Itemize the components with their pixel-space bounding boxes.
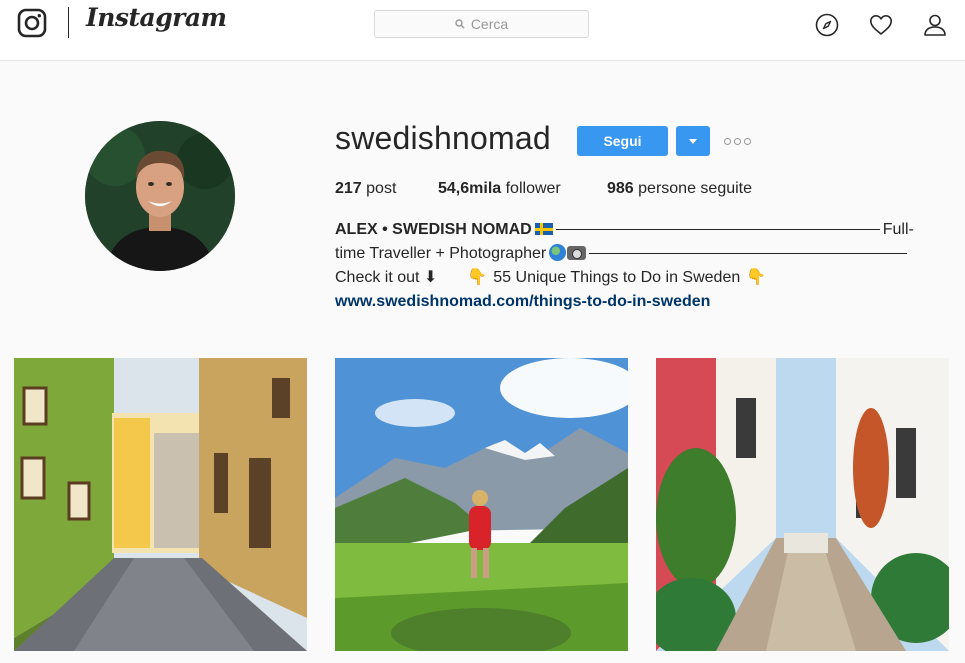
posts-count-stat[interactable]: 217 post bbox=[335, 180, 438, 198]
following-count: 986 bbox=[607, 180, 634, 197]
pointing-down-hand-icon: 👇 bbox=[467, 269, 488, 286]
more-options-button[interactable] bbox=[724, 133, 752, 149]
profile-bio: ALEX • SWEDISH NOMAD Full- time Traveller… bbox=[335, 218, 935, 314]
more-dot-icon bbox=[734, 137, 741, 145]
bio-website-link[interactable]: www.swedishnomad.com/things-to-do-in-swe… bbox=[335, 293, 710, 310]
bio-line-3: Check it out ⬇ 👇 55 Unique Things to Do in… bbox=[335, 266, 935, 290]
following-count-stat[interactable]: 986 persone seguite bbox=[607, 180, 752, 198]
swedish-flag-icon bbox=[534, 223, 553, 235]
followers-label: follower bbox=[505, 180, 561, 197]
profile-stats: 217 post 54,6mila follower 986 persone s… bbox=[335, 180, 752, 198]
top-navigation-bar: Instagram Cerca bbox=[0, 0, 965, 61]
bio-divider bbox=[555, 229, 880, 231]
search-placeholder: Cerca bbox=[470, 16, 509, 32]
bio-line-3-link-text: 55 Unique Things to Do in Sweden bbox=[493, 269, 741, 286]
chevron-down-icon bbox=[689, 138, 697, 144]
bio-line-1-text: Full- bbox=[882, 221, 914, 238]
instagram-glyph-icon[interactable] bbox=[17, 8, 47, 38]
profile-avatar[interactable] bbox=[85, 121, 235, 271]
more-dot-icon bbox=[744, 137, 751, 145]
heart-icon[interactable] bbox=[869, 13, 893, 37]
posts-count: 217 bbox=[335, 180, 362, 197]
bio-line-2: time Traveller + Photographer bbox=[335, 242, 935, 266]
profile-username: swedishnomad bbox=[335, 120, 551, 156]
search-input[interactable]: Cerca bbox=[374, 10, 589, 38]
post-image bbox=[335, 358, 628, 651]
compass-icon[interactable] bbox=[815, 13, 839, 37]
pointing-down-hand-icon: 👇 bbox=[746, 269, 767, 286]
post-thumbnail[interactable] bbox=[656, 358, 949, 651]
profile-icon[interactable] bbox=[923, 13, 947, 37]
bio-line-2-text: time Traveller + Photographer bbox=[335, 245, 547, 262]
bio-divider bbox=[589, 253, 908, 255]
logo-divider bbox=[68, 7, 69, 38]
post-thumbnail[interactable] bbox=[335, 358, 628, 651]
post-thumbnail[interactable] bbox=[14, 358, 307, 651]
suggested-accounts-dropdown-button[interactable] bbox=[676, 126, 710, 156]
bio-line-1: ALEX • SWEDISH NOMAD Full- bbox=[335, 218, 935, 242]
bio-display-name: ALEX • SWEDISH NOMAD bbox=[335, 221, 532, 238]
follow-button[interactable]: Segui bbox=[577, 126, 668, 156]
avatar-photo bbox=[85, 121, 235, 271]
post-image bbox=[656, 358, 949, 651]
bio-line-3-text: Check it out ⬇ bbox=[335, 269, 438, 286]
globe-icon bbox=[549, 244, 567, 261]
bio-line-4: www.swedishnomad.com/things-to-do-in-swe… bbox=[335, 290, 935, 314]
followers-count: 54,6mila bbox=[438, 180, 502, 197]
posts-label: post bbox=[366, 180, 397, 197]
camera-icon bbox=[567, 246, 587, 260]
more-dot-icon bbox=[724, 137, 731, 145]
post-image bbox=[14, 358, 307, 651]
followers-count-stat[interactable]: 54,6mila follower bbox=[438, 180, 607, 198]
search-icon bbox=[455, 19, 465, 29]
instagram-wordmark[interactable]: Instagram bbox=[86, 3, 227, 32]
following-label: persone seguite bbox=[638, 180, 753, 197]
